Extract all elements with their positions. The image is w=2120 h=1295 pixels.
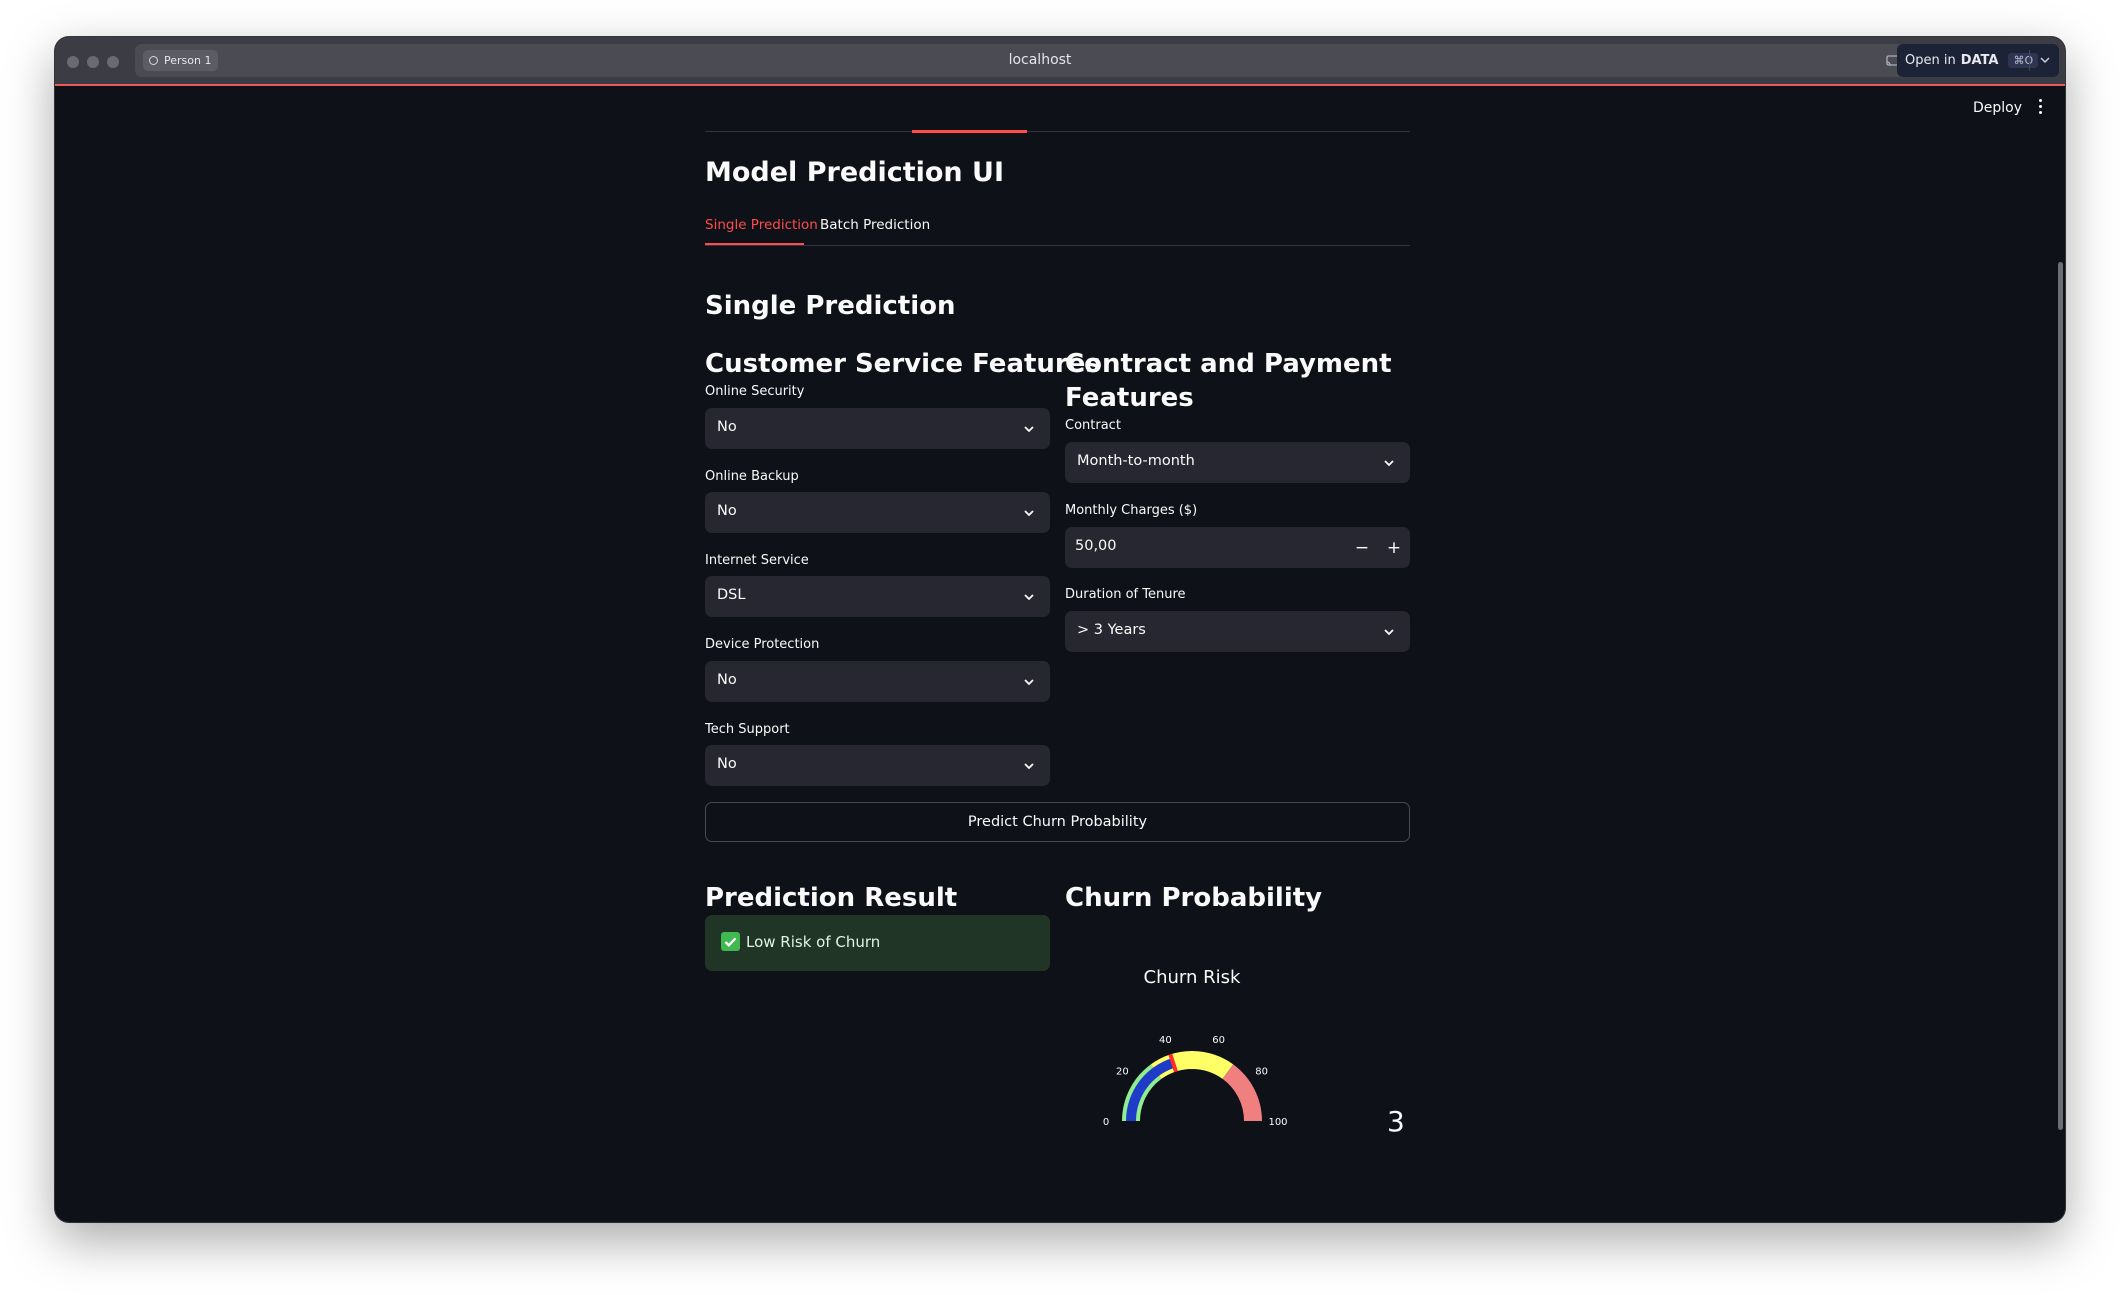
scrollbar[interactable] — [2058, 262, 2063, 1130]
predict-churn-button[interactable]: Predict Churn Probability — [705, 802, 1410, 842]
gauge-title: Churn Risk — [1144, 967, 1241, 988]
online-backup-label: Online Backup — [705, 469, 799, 484]
device-protection-select[interactable]: No — [705, 661, 1050, 702]
monthly-charges-label: Monthly Charges ($) — [1065, 503, 1198, 518]
main-content: Model Prediction UI Single Prediction Ba… — [705, 37, 1410, 1222]
gauge-value-readout: 3 — [1387, 1105, 1405, 1138]
gauge-tick-label: 80 — [1255, 1066, 1268, 1077]
churn-probability-title: Churn Probability — [1065, 883, 1323, 913]
top-divider-accent — [912, 130, 1027, 133]
open-in-app-button[interactable]: Open in DATA ⌘O — [1897, 44, 2059, 77]
chevron-down-icon — [1384, 629, 1394, 636]
check-mark-icon — [721, 932, 740, 951]
gauge-tick-label: 20 — [1116, 1066, 1129, 1077]
prediction-result-title: Prediction Result — [705, 883, 958, 913]
internet-service-select[interactable]: DSL — [705, 576, 1050, 617]
monthly-charges-input[interactable]: 50,00 − + — [1065, 527, 1410, 568]
tech-support-label: Tech Support — [705, 722, 790, 737]
tenure-value: > 3 Years — [1077, 622, 1146, 638]
increment-button[interactable]: + — [1378, 527, 1410, 568]
chevron-down-icon — [1024, 510, 1034, 517]
minimize-window-dot[interactable] — [87, 56, 99, 68]
tab-bar: Single Prediction Batch Prediction — [705, 217, 1410, 246]
churn-gauge: Churn Risk 0 20 40 60 80 100 3 — [1103, 967, 1405, 1138]
contract-title-line2: Features — [1065, 383, 1194, 413]
online-security-label: Online Security — [705, 384, 805, 399]
chevron-down-icon[interactable] — [2038, 53, 2052, 67]
contract-value: Month-to-month — [1077, 453, 1195, 469]
chevron-down-icon — [1024, 426, 1034, 433]
chevron-down-icon — [1024, 679, 1034, 686]
result-message: Low Risk of Churn — [746, 933, 881, 951]
open-in-shortcut: ⌘O — [2008, 53, 2039, 68]
tech-support-select[interactable]: No — [705, 745, 1050, 786]
open-in-divider — [2029, 50, 2030, 71]
chevron-down-icon — [1024, 594, 1034, 601]
internet-service-label: Internet Service — [705, 553, 809, 568]
gauge-tick-label: 0 — [1103, 1117, 1109, 1128]
close-window-dot[interactable] — [67, 56, 79, 68]
gauge-tick-label: 60 — [1212, 1035, 1225, 1046]
contract-payment-title: Contract and Payment Features — [1065, 347, 1392, 415]
tech-support-value: No — [717, 756, 737, 772]
top-divider — [705, 131, 1410, 132]
open-in-label: Open in — [1905, 53, 1956, 68]
gauge-tick-label: 40 — [1159, 1035, 1172, 1046]
contract-title-line1: Contract and Payment — [1065, 349, 1392, 379]
deploy-button[interactable]: Deploy — [1973, 100, 2022, 116]
gauge-tick-label: 100 — [1268, 1117, 1287, 1128]
tenure-select[interactable]: > 3 Years — [1065, 611, 1410, 652]
internet-service-value: DSL — [717, 587, 746, 603]
online-security-select[interactable]: No — [705, 408, 1050, 449]
device-protection-value: No — [717, 672, 737, 688]
active-tab-indicator — [705, 243, 804, 245]
online-security-value: No — [717, 419, 737, 435]
online-backup-select[interactable]: No — [705, 492, 1050, 533]
customer-service-title: Customer Service Features — [705, 349, 1101, 379]
chevron-down-icon — [1024, 763, 1034, 770]
result-success-box: Low Risk of Churn — [705, 915, 1050, 971]
contract-select[interactable]: Month-to-month — [1065, 442, 1410, 483]
decrement-button[interactable]: − — [1346, 527, 1378, 568]
device-protection-label: Device Protection — [705, 637, 820, 652]
maximize-window-dot[interactable] — [107, 56, 119, 68]
open-in-app-name: DATA — [1960, 53, 1999, 68]
online-backup-value: No — [717, 503, 737, 519]
tab-batch-prediction[interactable]: Batch Prediction — [820, 217, 930, 233]
section-title: Single Prediction — [705, 291, 956, 321]
main-menu-icon[interactable] — [2037, 99, 2043, 117]
page-title: Model Prediction UI — [705, 157, 1005, 188]
tab-single-prediction[interactable]: Single Prediction — [705, 217, 818, 233]
tenure-label: Duration of Tenure — [1065, 587, 1186, 602]
browser-window: Person 1 localhost Open in DATA ⌘O Deplo… — [55, 37, 2065, 1222]
chevron-down-icon — [1384, 460, 1394, 467]
monthly-charges-value: 50,00 — [1075, 538, 1117, 554]
contract-label: Contract — [1065, 418, 1121, 433]
